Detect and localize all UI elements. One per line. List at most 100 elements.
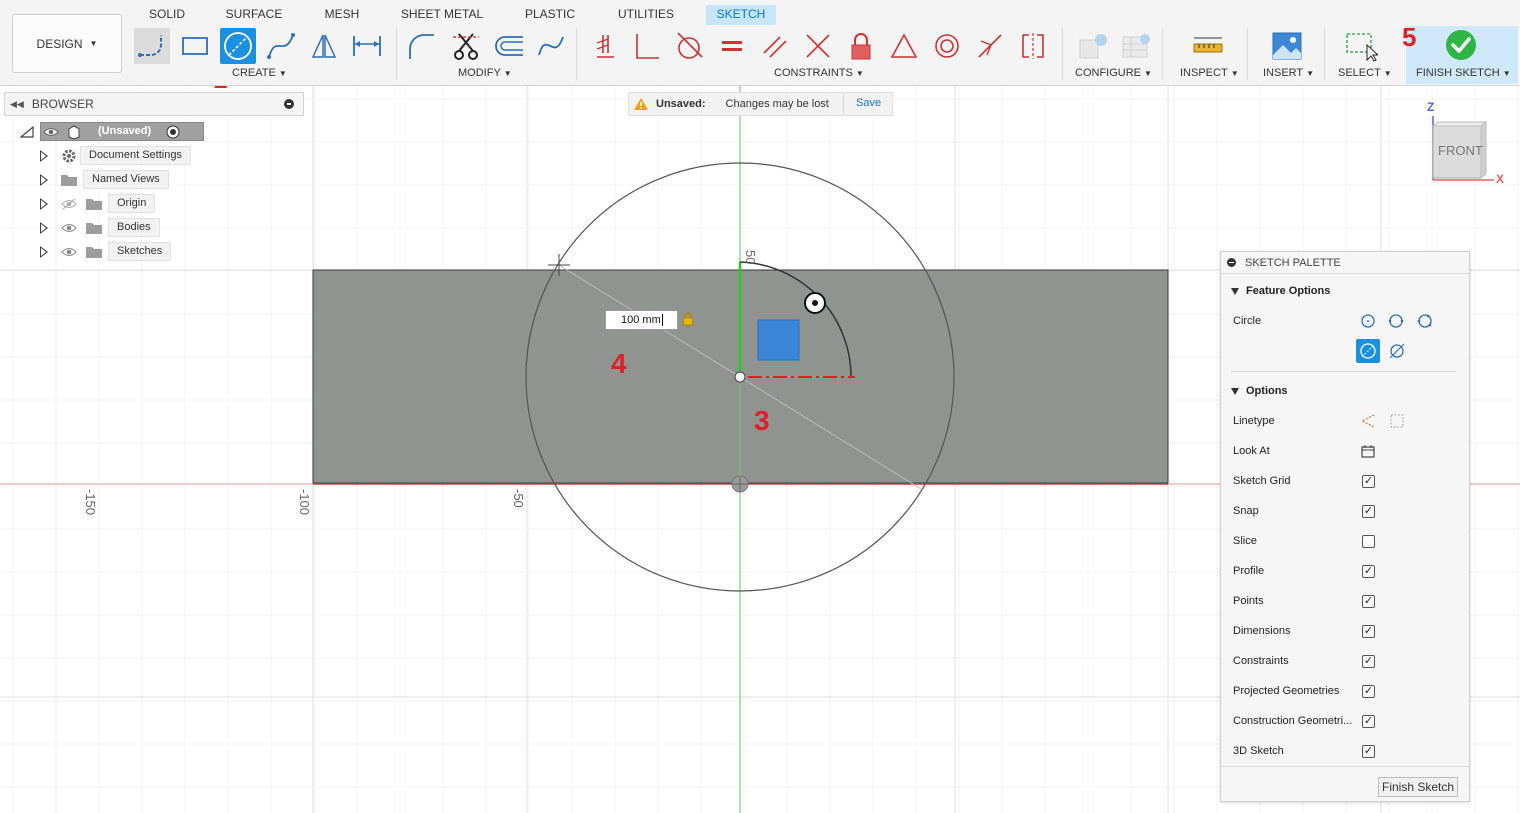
configure-menu[interactable]: CONFIGURE ▼ <box>1075 67 1152 79</box>
constraints-menu[interactable]: CONSTRAINTS ▼ <box>774 67 864 79</box>
tangent-circle-option-selected[interactable] <box>1356 339 1380 363</box>
perpendicular-constraint-tool[interactable] <box>628 28 664 64</box>
dimension-tool[interactable] <box>349 28 385 64</box>
fusion-sketch-workspace: -150 -100 -50 50 100 mm​ 1 2 3 4 SOLID S… <box>0 0 1520 813</box>
center-diameter-circle-icon[interactable] <box>1360 313 1376 329</box>
finish-sketch-menu[interactable]: FINISH SKETCH ▼ <box>1416 67 1511 79</box>
equal-icon <box>722 41 742 51</box>
options-section[interactable]: Options <box>1221 379 1469 403</box>
option-checkbox[interactable]: ✓ <box>1362 594 1375 608</box>
two-point-circle-icon[interactable] <box>1388 313 1404 329</box>
expand-triangle-icon[interactable] <box>40 174 48 186</box>
insert-image-tool[interactable] <box>1269 28 1305 64</box>
perpendicular-x-constraint-tool[interactable] <box>800 28 836 64</box>
mirror-icon <box>311 34 337 58</box>
fix-constraint-tool[interactable] <box>843 28 879 64</box>
tab-sketch[interactable]: SKETCH <box>706 5 776 25</box>
option-checkbox[interactable]: ✓ <box>1362 714 1375 728</box>
option-checkbox[interactable]: ✓ <box>1362 684 1375 698</box>
spline-tool[interactable] <box>263 28 299 64</box>
option-checkbox[interactable]: ✓ <box>1362 474 1375 488</box>
option-checkbox[interactable]: ✓ <box>1362 504 1375 518</box>
select-menu[interactable]: SELECT ▼ <box>1338 67 1392 79</box>
expand-triangle-icon[interactable] <box>40 198 48 210</box>
center-point[interactable] <box>734 371 746 383</box>
browser-item-sketches[interactable]: Sketches <box>0 242 200 262</box>
option-checkbox[interactable]: ✓ <box>1362 624 1375 638</box>
browser-item-origin[interactable]: Origin <box>0 194 200 214</box>
activate-radio-icon[interactable] <box>166 125 180 139</box>
option-checkbox[interactable]: ✓ <box>1362 654 1375 668</box>
expand-triangle-icon[interactable] <box>40 150 48 162</box>
lock-icon[interactable] <box>682 312 694 326</box>
measure-tool[interactable] <box>1190 28 1226 64</box>
symmetry-constraint-tool[interactable] <box>1015 28 1051 64</box>
eye-icon[interactable] <box>61 222 77 234</box>
curve-tool[interactable] <box>533 28 569 64</box>
option-checkbox[interactable]: ✓ <box>1362 744 1375 758</box>
browser-item-named-views[interactable]: Named Views <box>0 170 200 190</box>
minus-glyph <box>287 103 291 105</box>
three-tangent-circle-icon[interactable] <box>1388 342 1406 360</box>
selection-box-icon <box>1346 33 1378 62</box>
folder-icon <box>61 175 77 186</box>
view-cube[interactable]: FRONT Z X <box>1424 100 1514 190</box>
tangent-constraint-tool[interactable] <box>671 28 707 64</box>
inspect-menu[interactable]: INSPECT ▼ <box>1180 67 1239 79</box>
three-point-circle-icon[interactable] <box>1416 313 1434 329</box>
option-checkbox[interactable]: ✓ <box>1362 564 1375 578</box>
rectangle-tool[interactable] <box>177 28 213 64</box>
palette-finish-sketch-button[interactable]: Finish Sketch <box>1378 777 1458 797</box>
look-at-icon[interactable] <box>1360 443 1376 459</box>
collapse-triangle-icon[interactable] <box>20 126 34 138</box>
offset-tool[interactable] <box>491 28 527 64</box>
workspace-switcher-button[interactable]: DESIGN ▼ <box>12 14 122 73</box>
tab-surface[interactable]: SURFACE <box>222 5 286 25</box>
equal-constraint-tool[interactable] <box>714 28 750 64</box>
create-menu[interactable]: CREATE ▼ <box>232 67 287 79</box>
parallel-constraint-tool[interactable] <box>757 28 793 64</box>
parallel-icon <box>763 36 787 58</box>
construction-linetype-icon[interactable] <box>1360 413 1376 429</box>
eye-icon[interactable] <box>61 246 77 258</box>
mirror-tool[interactable] <box>306 28 342 64</box>
configure-tool[interactable] <box>1075 28 1111 64</box>
configure-table-tool[interactable] <box>1118 28 1154 64</box>
sketch-palette: SKETCH PALETTE Feature Options Circle Op… <box>1220 251 1470 802</box>
expand-triangle-icon[interactable] <box>40 222 48 234</box>
diameter-dimension-input[interactable]: 100 mm​ <box>605 310 678 330</box>
option-row: Dimensions ✓ <box>1221 616 1469 646</box>
view-cube-front-label[interactable]: FRONT <box>1438 143 1483 158</box>
line-tool[interactable] <box>134 28 170 64</box>
option-checkbox[interactable] <box>1362 534 1375 548</box>
browser-root[interactable]: (Unsaved) <box>18 122 204 142</box>
insert-menu[interactable]: INSERT ▼ <box>1263 67 1314 79</box>
fillet-tool[interactable] <box>403 28 439 64</box>
midpoint-constraint-tool[interactable] <box>972 28 1008 64</box>
eye-icon[interactable] <box>43 126 59 138</box>
palette-collapse-icon[interactable] <box>1227 258 1236 267</box>
feature-options-section[interactable]: Feature Options <box>1221 279 1469 303</box>
tab-solid[interactable]: SOLID <box>142 5 192 25</box>
select-tool[interactable] <box>1343 28 1379 64</box>
modify-menu[interactable]: MODIFY ▼ <box>458 67 512 79</box>
circle-tool[interactable] <box>220 28 256 64</box>
browser-item-document-settings[interactable]: Document Settings <box>0 146 200 166</box>
concentric-constraint-tool[interactable] <box>929 28 965 64</box>
tab-sheet-metal[interactable]: SHEET METAL <box>398 5 486 25</box>
trim-tool[interactable] <box>448 28 484 64</box>
coincident-constraint-tool[interactable] <box>585 28 621 64</box>
fix-ground-icon <box>596 35 614 58</box>
centerline-linetype-icon[interactable] <box>1389 413 1405 429</box>
tab-utilities[interactable]: UTILITIES <box>612 5 680 25</box>
expand-triangle-icon[interactable] <box>40 246 48 258</box>
tab-mesh[interactable]: MESH <box>318 5 366 25</box>
browser-item-bodies[interactable]: Bodies <box>0 218 200 238</box>
triangle-constraint-tool[interactable] <box>886 28 922 64</box>
tab-plastic[interactable]: PLASTIC <box>520 5 580 25</box>
finish-sketch-button[interactable] <box>1443 27 1479 63</box>
hidden-eye-icon[interactable] <box>61 198 77 210</box>
option-row: Snap ✓ <box>1221 496 1469 526</box>
collapse-panel-icon[interactable]: ◀◀ <box>10 99 24 110</box>
save-link[interactable]: Save <box>856 97 881 109</box>
